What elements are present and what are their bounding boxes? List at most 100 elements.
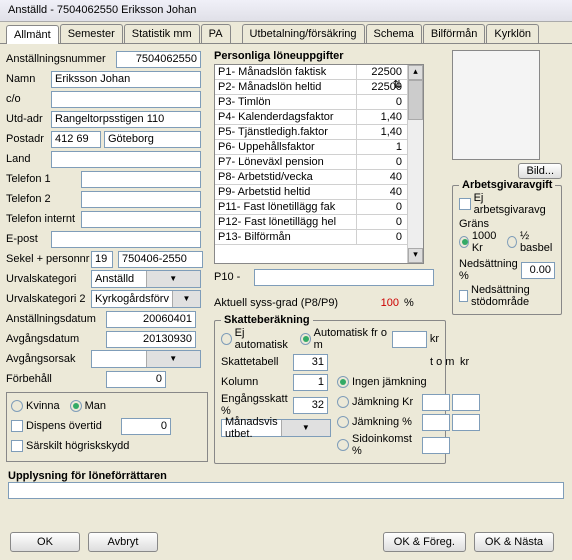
grans-1000-label: 1000 Kr [472, 230, 502, 254]
table-row[interactable]: P3- Timlön0 [215, 95, 407, 110]
hogrisk-label: Särskilt högriskskydd [26, 440, 129, 452]
scroll-up-icon[interactable]: ▴ [408, 65, 423, 80]
tab-schema[interactable]: Schema [366, 24, 422, 43]
p10-input[interactable] [254, 269, 434, 286]
jampc-kr[interactable] [452, 414, 480, 431]
kvinna-label: Kvinna [26, 400, 60, 412]
jamkr-kr[interactable] [452, 394, 480, 411]
p-value: 40 [357, 170, 407, 184]
jampc-label: Jämkning % [352, 416, 422, 428]
table-row[interactable]: P6- Uppehållsfaktor1 [215, 140, 407, 155]
scrollbar[interactable]: ▴ ▾ [407, 65, 423, 263]
namn-input[interactable] [51, 71, 201, 88]
avgors-combo[interactable]: ▼ [91, 350, 201, 368]
co-label: c/o [6, 93, 51, 105]
kvinna-radio[interactable] [11, 400, 23, 412]
urv1-combo[interactable]: Anställd▼ [91, 270, 201, 288]
forb-input[interactable] [106, 371, 166, 388]
tab-semester[interactable]: Semester [60, 24, 123, 43]
p-label: P9- Arbetstid heltid [215, 185, 357, 199]
tab-utbetalning[interactable]: Utbetalning/försäkring [242, 24, 365, 43]
table-row[interactable]: P7- Löneväxl pension0 [215, 155, 407, 170]
jampc-radio[interactable] [337, 416, 349, 428]
urv2-label: Urvalskategori 2 [6, 293, 91, 305]
ingen-radio[interactable] [337, 376, 349, 388]
sekel-input[interactable] [91, 251, 113, 268]
p10-label: P10 - [214, 271, 254, 283]
tel2-input[interactable] [81, 191, 201, 208]
ej-arbgiv-check[interactable] [459, 198, 471, 210]
table-row[interactable]: P4- Kalenderdagsfaktor1,40 [215, 110, 407, 125]
auto-from-input[interactable] [392, 331, 427, 348]
table-row[interactable]: P1- Månadslön faktisk22500 ⇅ [215, 65, 407, 80]
kolumn-input[interactable] [293, 374, 328, 391]
p-label: P4- Kalenderdagsfaktor [215, 110, 357, 124]
tab-statistik[interactable]: Statistik mm [124, 24, 200, 43]
dispens-label: Dispens övertid [26, 420, 121, 432]
kr2-label: kr [460, 356, 480, 368]
urv2-combo[interactable]: Kyrkogårdsförv▼ [91, 290, 201, 308]
tab-bilforman[interactable]: Bilförmån [423, 24, 485, 43]
jamkr-tom[interactable] [422, 394, 450, 411]
utd-input[interactable] [51, 111, 201, 128]
uppl-input[interactable] [8, 482, 564, 499]
postnr-input[interactable] [51, 131, 101, 148]
man-radio[interactable] [70, 400, 82, 412]
jampc-tom[interactable] [422, 414, 450, 431]
auto-label: Automatisk fr o m [314, 327, 388, 351]
dispens-input[interactable] [121, 418, 171, 435]
ok-foreg-button[interactable]: OK & Föreg. [383, 532, 466, 552]
table-row[interactable]: P2- Månadslön heltid22500 [215, 80, 407, 95]
engang-label: Engångsskatt % [221, 393, 293, 417]
grans-basbel-radio[interactable] [507, 236, 517, 248]
tabell-label: Skattetabell [221, 356, 293, 368]
auto-radio[interactable] [300, 333, 311, 345]
jamkr-radio[interactable] [337, 396, 349, 408]
p-label: P7- Löneväxl pension [215, 155, 357, 169]
table-row[interactable]: P9- Arbetstid heltid40 [215, 185, 407, 200]
table-row[interactable]: P5- Tjänstledigh.faktor1,40 [215, 125, 407, 140]
telint-input[interactable] [81, 211, 201, 228]
bild-button[interactable]: Bild... [518, 163, 562, 179]
scroll-down-icon[interactable]: ▾ [408, 248, 423, 263]
chevron-down-icon: ▼ [281, 420, 330, 436]
tab-kyrklon[interactable]: Kyrklön [486, 24, 539, 43]
table-row[interactable]: P12- Fast lönetillägg hel0 [215, 215, 407, 230]
p-label: P2- Månadslön heltid [215, 80, 357, 94]
engang-input[interactable] [293, 397, 328, 414]
tab-pa[interactable]: PA [201, 24, 231, 43]
ort-input[interactable] [104, 131, 201, 148]
anst-nr-input[interactable] [116, 51, 201, 68]
manad-combo[interactable]: Månadsvis utbet.▼ [221, 419, 331, 437]
hogrisk-check[interactable] [11, 440, 23, 452]
ej-auto-radio[interactable] [221, 333, 232, 345]
tabell-input[interactable] [293, 354, 328, 371]
table-row[interactable]: P8- Arbetstid/vecka40 [215, 170, 407, 185]
tab-allmant[interactable]: Allmänt [6, 25, 59, 44]
ok-nasta-button[interactable]: OK & Nästa [474, 532, 554, 552]
neds-input[interactable] [521, 262, 555, 279]
anstdat-input[interactable] [106, 311, 196, 328]
epost-label: E-post [6, 233, 51, 245]
table-row[interactable]: P11- Fast lönetillägg fak0 [215, 200, 407, 215]
land-input[interactable] [51, 151, 201, 168]
p-label: P3- Timlön [215, 95, 357, 109]
avbryt-button[interactable]: Avbryt [88, 532, 158, 552]
table-row[interactable]: P13- Bilförmån0 [215, 230, 407, 245]
sido-tom[interactable] [422, 437, 450, 454]
tel1-input[interactable] [81, 171, 201, 188]
p-value: 22500 ⇅ [357, 65, 407, 79]
grans-1000-radio[interactable] [459, 236, 469, 248]
uppl-label: Upplysning för löneförrättaren [8, 470, 564, 482]
co-input[interactable] [51, 91, 201, 108]
sido-radio[interactable] [337, 439, 349, 451]
utd-label: Utd-adr [6, 113, 51, 125]
stod-check[interactable] [459, 290, 468, 302]
dispens-check[interactable] [11, 420, 23, 432]
scroll-thumb[interactable] [408, 80, 423, 120]
avgdat-input[interactable] [106, 331, 196, 348]
pnr-input[interactable] [118, 251, 203, 268]
epost-input[interactable] [51, 231, 201, 248]
avgdat-label: Avgångsdatum [6, 333, 106, 345]
ok-button[interactable]: OK [10, 532, 80, 552]
